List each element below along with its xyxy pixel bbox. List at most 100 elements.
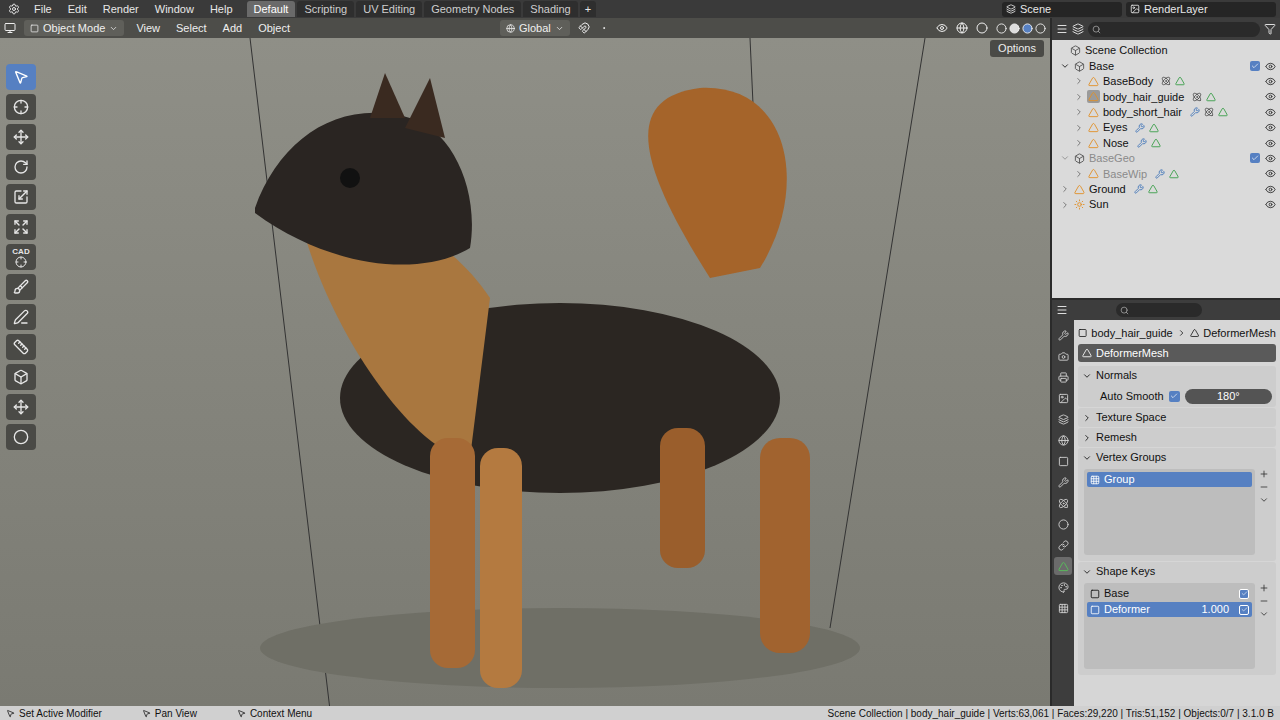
- viewport-menu[interactable]: Add: [219, 20, 247, 37]
- collection-checkbox[interactable]: [1250, 153, 1260, 163]
- panel-header[interactable]: Vertex Groups: [1078, 448, 1276, 467]
- viewport-menu[interactable]: Select: [172, 20, 211, 37]
- tool-button[interactable]: [6, 64, 36, 90]
- overlay-icon[interactable]: [976, 22, 988, 34]
- expand-icon[interactable]: [1060, 153, 1070, 163]
- tool-button[interactable]: [6, 214, 36, 240]
- editor-type-icon[interactable]: [1056, 304, 1068, 316]
- tool-button[interactable]: [6, 424, 36, 450]
- wireframe-icon[interactable]: [996, 23, 1007, 34]
- visibility-icon[interactable]: [1265, 153, 1276, 164]
- expand-icon[interactable]: [1074, 138, 1084, 148]
- collection-checkbox[interactable]: [1250, 61, 1260, 71]
- particles-icon[interactable]: [1161, 76, 1171, 86]
- expand-icon[interactable]: [1074, 169, 1084, 179]
- outliner-row[interactable]: body_hair_guide: [1052, 89, 1280, 104]
- expand-icon[interactable]: [1074, 92, 1084, 102]
- visibility-icon[interactable]: [1265, 199, 1276, 210]
- panel-header[interactable]: Shape Keys: [1078, 562, 1276, 581]
- add-workspace-button[interactable]: +: [580, 1, 596, 17]
- menu-item[interactable]: Edit: [62, 1, 93, 18]
- mesh-data-icon[interactable]: [1149, 123, 1159, 133]
- property-tab[interactable]: [1054, 515, 1072, 533]
- editor-type-icon[interactable]: [1056, 23, 1068, 35]
- tool-button[interactable]: CAD: [6, 244, 36, 270]
- tool-button[interactable]: [6, 274, 36, 300]
- outliner-row[interactable]: body_short_hair: [1052, 105, 1280, 120]
- visibility-icon[interactable]: [1265, 168, 1276, 179]
- outliner-row[interactable]: BaseWip: [1052, 166, 1280, 181]
- visibility-icon[interactable]: [1265, 184, 1276, 195]
- mesh-data-icon[interactable]: [1218, 107, 1228, 117]
- editor-type-icon[interactable]: [4, 22, 16, 34]
- workspace-tab[interactable]: Scripting: [297, 1, 354, 17]
- snap-icon[interactable]: [578, 22, 590, 34]
- property-tab[interactable]: [1054, 368, 1072, 386]
- property-tab[interactable]: [1054, 326, 1072, 344]
- visibility-icon[interactable]: [1265, 138, 1276, 149]
- remove-icon[interactable]: [1259, 596, 1269, 606]
- property-tab[interactable]: [1054, 389, 1072, 407]
- particles-icon[interactable]: [1204, 107, 1214, 117]
- angle-field[interactable]: 180°: [1185, 389, 1272, 404]
- outliner-row[interactable]: Sun: [1052, 197, 1280, 212]
- visibility-icon[interactable]: [1265, 61, 1276, 72]
- expand-icon[interactable]: [1060, 184, 1070, 194]
- menu-item[interactable]: File: [28, 1, 58, 18]
- property-tab[interactable]: [1054, 494, 1072, 512]
- outliner-row[interactable]: Nose: [1052, 135, 1280, 150]
- property-tab[interactable]: [1054, 578, 1072, 596]
- visibility-icon[interactable]: [1265, 91, 1276, 102]
- property-tab[interactable]: [1054, 557, 1072, 575]
- outliner-search[interactable]: [1088, 22, 1260, 37]
- gizmo-icon[interactable]: [956, 22, 968, 34]
- menu-icon[interactable]: [1259, 609, 1269, 619]
- view-layer-selector[interactable]: RenderLayer: [1126, 2, 1276, 17]
- mesh-data-icon[interactable]: [1151, 138, 1161, 148]
- menu-item[interactable]: Help: [204, 1, 239, 18]
- scene-selector[interactable]: Scene: [1002, 2, 1122, 17]
- display-mode-icon[interactable]: [1072, 23, 1084, 35]
- material-preview-icon[interactable]: [1022, 23, 1033, 34]
- tool-button[interactable]: [6, 154, 36, 180]
- orientation-dropdown[interactable]: Global: [500, 20, 570, 37]
- mesh-data-icon[interactable]: [1169, 169, 1179, 179]
- property-tab[interactable]: [1054, 452, 1072, 470]
- list-item[interactable]: Deformer1.000: [1087, 602, 1252, 617]
- property-tab[interactable]: [1054, 431, 1072, 449]
- mesh-data-icon[interactable]: [1206, 92, 1216, 102]
- modifier-icon[interactable]: [1137, 138, 1147, 148]
- shape-key-checkbox[interactable]: [1239, 589, 1249, 599]
- property-tab[interactable]: [1054, 347, 1072, 365]
- menu-item[interactable]: Render: [97, 1, 145, 18]
- property-tab[interactable]: [1054, 473, 1072, 491]
- solid-icon[interactable]: [1009, 23, 1020, 34]
- blender-logo-icon[interactable]: [8, 3, 20, 15]
- modifier-icon[interactable]: [1190, 107, 1200, 117]
- property-tab[interactable]: [1054, 536, 1072, 554]
- mode-dropdown[interactable]: Object Mode: [24, 20, 124, 37]
- outliner-row[interactable]: BaseGeo: [1052, 151, 1280, 166]
- shape-key-checkbox[interactable]: [1239, 605, 1249, 615]
- rendered-icon[interactable]: [1035, 23, 1046, 34]
- visibility-icon[interactable]: [936, 22, 948, 34]
- datablock-field[interactable]: DeformerMesh: [1078, 344, 1276, 362]
- viewport-menu[interactable]: Object: [254, 20, 294, 37]
- menu-item[interactable]: Window: [149, 1, 200, 18]
- panel-header[interactable]: Remesh: [1078, 428, 1276, 447]
- outliner-row[interactable]: BaseBody: [1052, 74, 1280, 89]
- particles-icon[interactable]: [1192, 92, 1202, 102]
- tool-button[interactable]: [6, 184, 36, 210]
- panel-header[interactable]: Normals: [1078, 366, 1276, 385]
- menu-icon[interactable]: [1259, 495, 1269, 505]
- list-item[interactable]: Base: [1087, 586, 1252, 601]
- tool-button[interactable]: [6, 364, 36, 390]
- list-item[interactable]: Group: [1087, 472, 1252, 487]
- viewport[interactable]: CADOptions: [0, 38, 1050, 706]
- tool-button[interactable]: [6, 304, 36, 330]
- outliner-root[interactable]: Scene Collection: [1052, 43, 1280, 58]
- panel-header[interactable]: Texture Space: [1078, 408, 1276, 427]
- visibility-icon[interactable]: [1265, 107, 1276, 118]
- outliner-row[interactable]: Eyes: [1052, 120, 1280, 135]
- workspace-tab[interactable]: Geometry Nodes: [424, 1, 521, 17]
